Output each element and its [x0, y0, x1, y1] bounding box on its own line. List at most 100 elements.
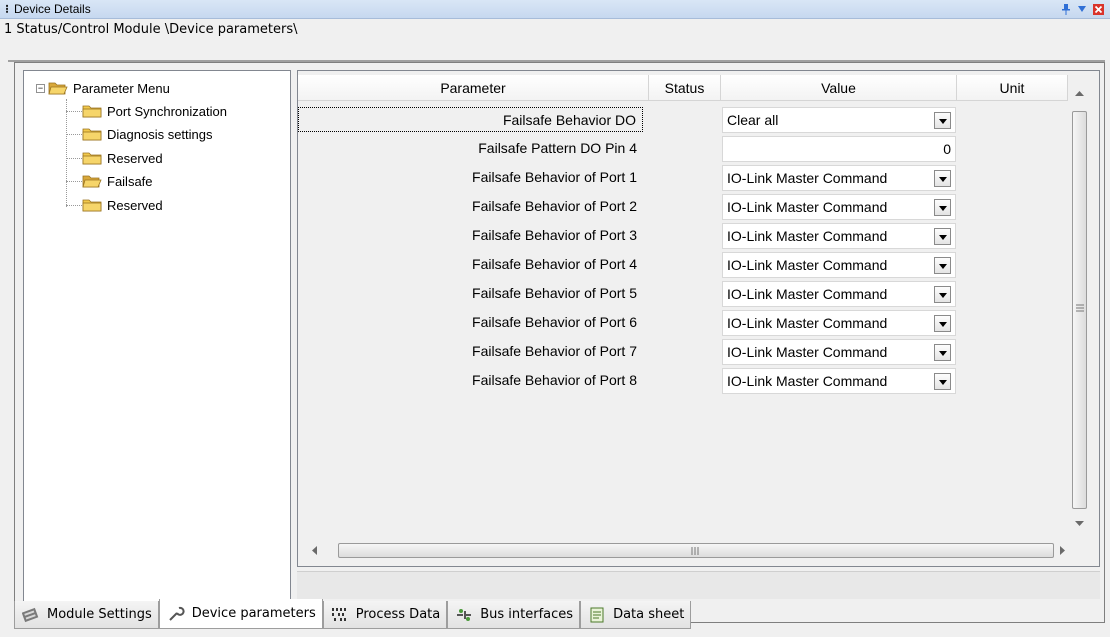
table-row[interactable]: Failsafe Behavior of Port 7 IO-Link Maste…	[298, 337, 1068, 366]
value-text: IO-Link Master Command	[727, 170, 888, 186]
value-dropdown[interactable]: Clear all	[722, 107, 956, 133]
grip-icon[interactable]: ⁝	[2, 2, 12, 16]
value-dropdown[interactable]: IO-Link Master Command	[722, 310, 956, 336]
tab-data-sheet[interactable]: Data sheet	[580, 601, 692, 629]
bottom-tabs: Module Settings Device parameters Proces…	[14, 599, 692, 629]
table-row[interactable]: Failsafe Behavior of Port 3 IO-Link Maste…	[298, 221, 1068, 250]
value-dropdown[interactable]: IO-Link Master Command	[722, 165, 956, 191]
column-header-parameter[interactable]: Parameter	[298, 75, 649, 101]
parameter-tree[interactable]: − Parameter Menu Port Synchronization Di…	[23, 70, 291, 623]
chevron-down-icon[interactable]	[934, 199, 951, 216]
value-dropdown[interactable]: IO-Link Master Command	[722, 252, 956, 278]
vertical-scroll-thumb[interactable]	[1072, 111, 1087, 509]
parameter-name: Failsafe Behavior of Port 7	[472, 343, 637, 359]
table-row[interactable]: Failsafe Behavior of Port 5 IO-Link Maste…	[298, 279, 1068, 308]
scroll-right-icon[interactable]	[1060, 546, 1066, 555]
breadcrumb: 1 Status/Control Module \Device paramete…	[4, 22, 298, 37]
chevron-down-icon[interactable]	[934, 228, 951, 245]
column-header-status[interactable]: Status	[649, 75, 721, 101]
scroll-down-icon[interactable]	[1075, 521, 1084, 527]
value-text: IO-Link Master Command	[727, 315, 888, 331]
tab-module-settings[interactable]: Module Settings	[14, 601, 159, 629]
tree-item-port-synchronization[interactable]: Port Synchronization	[82, 102, 229, 120]
tree-root-label: Parameter Menu	[73, 80, 170, 96]
folder-icon	[82, 151, 102, 165]
parameter-name: Failsafe Behavior of Port 8	[472, 372, 637, 388]
wrench-icon	[166, 606, 186, 622]
chevron-down-icon[interactable]	[934, 257, 951, 274]
parameter-grid: Parameter Status Value Unit Failsafe Beh…	[297, 70, 1100, 567]
chevron-down-icon[interactable]	[934, 315, 951, 332]
table-row[interactable]: Failsafe Behavior of Port 8 IO-Link Maste…	[298, 366, 1068, 395]
chevron-down-icon[interactable]	[934, 286, 951, 303]
table-row[interactable]: Failsafe Behavior DO Clear all	[298, 105, 1068, 134]
close-icon[interactable]	[1093, 3, 1104, 15]
value-text: IO-Link Master Command	[727, 373, 888, 389]
table-row[interactable]: Failsafe Behavior of Port 4 IO-Link Maste…	[298, 250, 1068, 279]
table-row[interactable]: Failsafe Pattern DO Pin 4 0	[298, 134, 1068, 163]
tree-root-parameter-menu[interactable]: − Parameter Menu	[36, 79, 172, 97]
value-text: IO-Link Master Command	[727, 286, 888, 302]
parameter-name: Failsafe Behavior of Port 2	[472, 198, 637, 214]
chevron-down-icon[interactable]	[934, 373, 951, 390]
bus-interfaces-icon	[454, 607, 474, 623]
parameter-name: Failsafe Behavior of Port 5	[472, 285, 637, 301]
scroll-left-icon[interactable]	[312, 546, 318, 555]
horizontal-scrollbar[interactable]	[302, 541, 1068, 561]
value-text: IO-Link Master Command	[727, 228, 888, 244]
tree-item-label: Diagnosis settings	[107, 126, 213, 142]
value-text: IO-Link Master Command	[727, 257, 888, 273]
chevron-down-icon[interactable]	[934, 112, 951, 129]
parameter-name: Failsafe Behavior of Port 6	[472, 314, 637, 330]
chevron-down-icon[interactable]	[934, 344, 951, 361]
parameter-name: Failsafe Behavior of Port 1	[472, 169, 637, 185]
tab-label: Data sheet	[613, 607, 685, 622]
tab-bus-interfaces[interactable]: Bus interfaces	[447, 601, 581, 629]
table-row[interactable]: Failsafe Behavior of Port 2 IO-Link Maste…	[298, 192, 1068, 221]
open-folder-icon	[48, 81, 68, 95]
tab-device-parameters[interactable]: Device parameters	[158, 599, 323, 629]
tree-item-label: Failsafe	[105, 173, 155, 189]
value-dropdown[interactable]: IO-Link Master Command	[722, 281, 956, 307]
tree-item-failsafe[interactable]: Failsafe	[82, 172, 155, 190]
window-titlebar: ⁝ Device Details	[0, 0, 1110, 19]
value-dropdown[interactable]: IO-Link Master Command	[722, 368, 956, 394]
pin-icon[interactable]	[1061, 3, 1071, 15]
data-sheet-icon	[587, 607, 607, 623]
tab-label: Module Settings	[47, 607, 152, 622]
tab-process-data[interactable]: Process Data	[322, 601, 448, 629]
column-header-value[interactable]: Value	[721, 75, 957, 101]
value-dropdown[interactable]: IO-Link Master Command	[722, 194, 956, 220]
tree-item-reserved-2[interactable]: Reserved	[82, 196, 165, 214]
value-text: 0	[943, 141, 951, 157]
tab-label: Process Data	[355, 607, 441, 622]
module-settings-icon	[21, 607, 41, 623]
tab-label: Device parameters	[191, 606, 316, 621]
open-folder-icon	[82, 174, 102, 188]
grid-header: Parameter Status Value Unit	[298, 75, 1068, 101]
binary-data-icon	[330, 607, 350, 623]
folder-icon	[82, 127, 102, 141]
tree-item-label: Reserved	[107, 150, 163, 166]
value-dropdown[interactable]: IO-Link Master Command	[722, 223, 956, 249]
tree-item-label: Port Synchronization	[107, 103, 227, 119]
window-title: Device Details	[14, 2, 91, 16]
column-header-unit[interactable]: Unit	[957, 75, 1068, 101]
table-row[interactable]: Failsafe Behavior of Port 6 IO-Link Maste…	[298, 308, 1068, 337]
value-dropdown[interactable]: IO-Link Master Command	[722, 339, 956, 365]
tab-label: Bus interfaces	[480, 607, 574, 622]
parameter-name: Failsafe Behavior of Port 3	[472, 227, 637, 243]
folder-icon	[82, 198, 102, 212]
collapse-icon[interactable]: −	[36, 83, 45, 93]
value-number-field[interactable]: 0	[722, 136, 956, 162]
horizontal-scroll-thumb[interactable]	[338, 543, 1054, 558]
tree-item-reserved[interactable]: Reserved	[82, 149, 165, 167]
vertical-scrollbar[interactable]	[1068, 75, 1098, 535]
value-text: IO-Link Master Command	[727, 344, 888, 360]
dropdown-menu-icon[interactable]	[1077, 4, 1087, 14]
scroll-up-icon[interactable]	[1075, 90, 1084, 96]
value-text: IO-Link Master Command	[727, 199, 888, 215]
chevron-down-icon[interactable]	[934, 170, 951, 187]
tree-item-diagnosis-settings[interactable]: Diagnosis settings	[82, 125, 215, 143]
table-row[interactable]: Failsafe Behavior of Port 1 IO-Link Maste…	[298, 163, 1068, 192]
